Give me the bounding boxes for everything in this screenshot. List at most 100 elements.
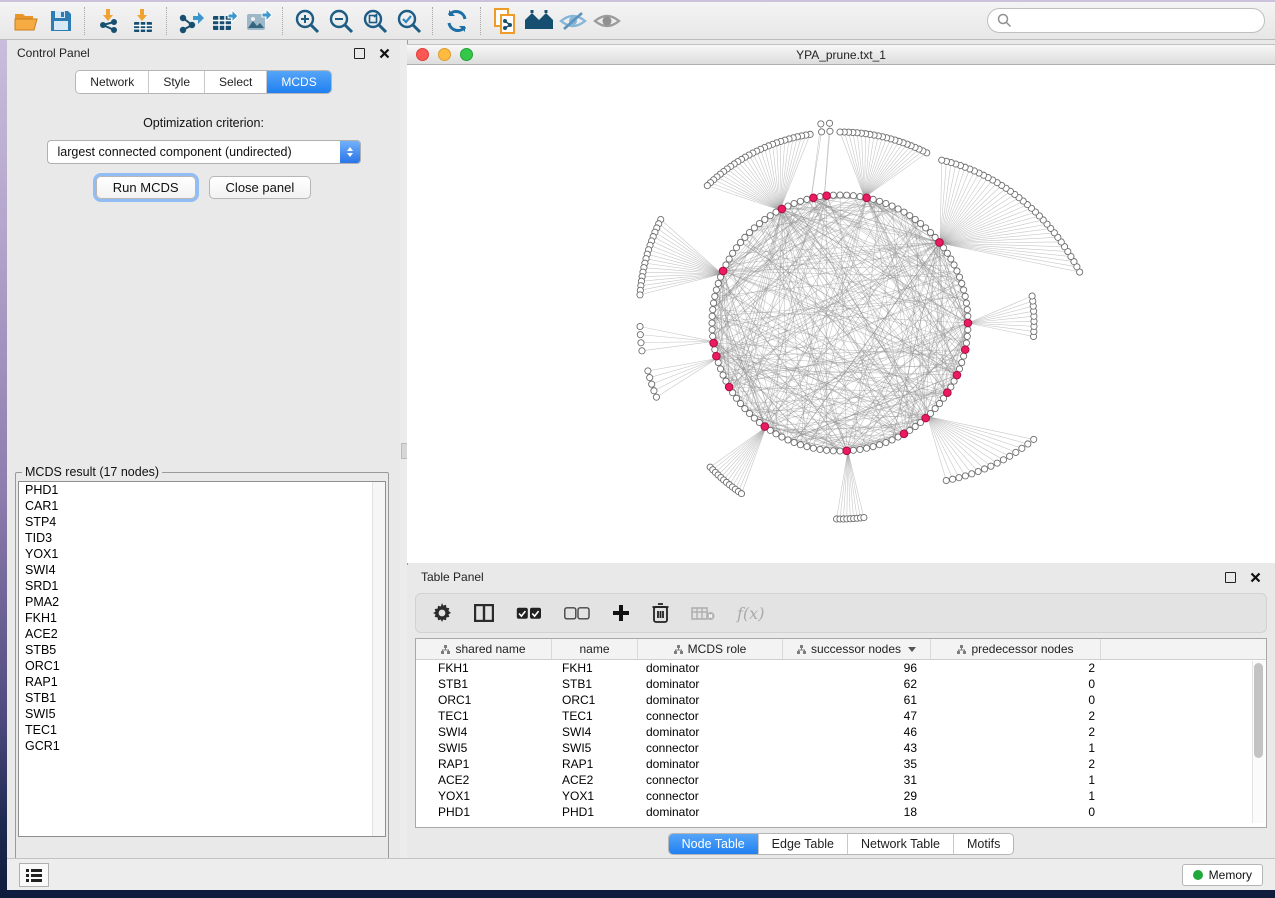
table-row[interactable]: STB1STB1dominator620	[416, 676, 1266, 692]
table-row[interactable]: YOX1YOX1connector291	[416, 788, 1266, 804]
show-all-icon[interactable]	[590, 6, 624, 36]
mcds-node-item[interactable]: STB1	[19, 690, 385, 706]
toolbar-separator	[282, 7, 284, 35]
network-graph[interactable]	[407, 65, 1273, 563]
float-table-panel-icon[interactable]	[1225, 572, 1236, 583]
run-mcds-button[interactable]: Run MCDS	[96, 176, 196, 199]
cell-successor-nodes: 35	[783, 757, 931, 771]
tab-select[interactable]: Select	[205, 71, 267, 93]
mcds-node-item[interactable]: PMA2	[19, 594, 385, 610]
float-panel-icon[interactable]	[354, 48, 365, 59]
mcds-list-scrollbar[interactable]	[372, 482, 385, 836]
search-input[interactable]	[987, 8, 1265, 33]
delete-column-icon[interactable]	[652, 603, 669, 623]
table-row[interactable]: RAP1RAP1dominator352	[416, 756, 1266, 772]
zoom-selected-icon[interactable]	[392, 6, 426, 36]
cell-predecessor-nodes: 0	[931, 693, 1101, 707]
cell-name: TEC1	[552, 709, 638, 723]
network-canvas[interactable]	[407, 65, 1275, 563]
network-titlebar[interactable]: YPA_prune.txt_1	[407, 44, 1275, 65]
cell-predecessor-nodes: 2	[931, 709, 1101, 723]
cell-predecessor-nodes: 1	[931, 773, 1101, 787]
mcds-node-item[interactable]: RAP1	[19, 674, 385, 690]
cell-predecessor-nodes: 0	[931, 805, 1101, 819]
mcds-result-list[interactable]: PHD1CAR1STP4TID3YOX1SWI4SRD1PMA2FKH1ACE2…	[18, 481, 386, 837]
zoom-out-icon[interactable]	[324, 6, 358, 36]
mcds-node-item[interactable]: FKH1	[19, 610, 385, 626]
mcds-node-item[interactable]: YOX1	[19, 546, 385, 562]
open-icon[interactable]	[10, 6, 44, 36]
zoom-fit-icon[interactable]	[358, 6, 392, 36]
export-image-icon[interactable]	[242, 6, 276, 36]
mcds-node-item[interactable]: STP4	[19, 514, 385, 530]
first-neighbors-icon[interactable]	[522, 6, 556, 36]
memory-label: Memory	[1209, 868, 1252, 882]
mcds-node-item[interactable]: ORC1	[19, 658, 385, 674]
column-header-filler	[1101, 639, 1266, 659]
tab-style[interactable]: Style	[149, 71, 205, 93]
table-row[interactable]: PHD1PHD1dominator180	[416, 804, 1266, 820]
mcds-node-item[interactable]: GCR1	[19, 738, 385, 754]
select-stepper-icon	[340, 141, 360, 163]
table-row[interactable]: SWI4SWI4dominator462	[416, 724, 1266, 740]
gear-icon[interactable]	[432, 603, 452, 623]
import-network-icon[interactable]	[92, 6, 126, 36]
mcds-node-item[interactable]: ACE2	[19, 626, 385, 642]
mcds-node-item[interactable]: TEC1	[19, 722, 385, 738]
close-table-panel-icon[interactable]	[1250, 572, 1261, 583]
deselect-all-icon[interactable]	[564, 607, 590, 620]
zoom-in-icon[interactable]	[290, 6, 324, 36]
criterion-select[interactable]: largest connected component (undirected)	[47, 140, 361, 164]
tab-network[interactable]: Network	[76, 71, 149, 93]
table-row[interactable]: FKH1FKH1dominator962	[416, 660, 1266, 676]
table-panel-title: Table Panel	[421, 570, 484, 584]
table-row[interactable]: ACE2ACE2connector311	[416, 772, 1266, 788]
select-all-icon[interactable]	[516, 607, 542, 620]
delete-table-icon[interactable]	[691, 606, 715, 621]
cell-predecessor-nodes: 1	[931, 789, 1101, 803]
close-panel-button[interactable]: Close panel	[209, 176, 312, 199]
mcds-node-item[interactable]: TID3	[19, 530, 385, 546]
memory-button[interactable]: Memory	[1182, 864, 1263, 886]
criterion-selected-value: largest connected component (undirected)	[48, 145, 340, 159]
cell-successor-nodes: 29	[783, 789, 931, 803]
toolbar-separator	[480, 7, 482, 35]
export-table-icon[interactable]	[208, 6, 242, 36]
table-row[interactable]: SWI5SWI5connector431	[416, 740, 1266, 756]
export-network-icon[interactable]	[174, 6, 208, 36]
function-builder-icon[interactable]: f(x)	[737, 604, 764, 623]
tab-edge-table[interactable]: Edge Table	[759, 834, 848, 854]
refresh-icon[interactable]	[440, 6, 474, 36]
import-table-icon[interactable]	[126, 6, 160, 36]
column-header-MCDS-role[interactable]: MCDS role	[638, 639, 783, 659]
table-row[interactable]: ORC1ORC1dominator610	[416, 692, 1266, 708]
save-icon[interactable]	[44, 6, 78, 36]
cell-shared-name: ORC1	[416, 693, 552, 707]
table-tabbar: Node TableEdge TableNetwork TableMotifs	[668, 833, 1015, 855]
mcds-node-item[interactable]: SRD1	[19, 578, 385, 594]
column-icon[interactable]	[474, 604, 494, 622]
mcds-node-item[interactable]: PHD1	[19, 482, 385, 498]
duplicate-network-icon[interactable]	[488, 6, 522, 36]
table-row[interactable]: TEC1TEC1connector472	[416, 708, 1266, 724]
cell-shared-name: YOX1	[416, 789, 552, 803]
mcds-node-item[interactable]: STB5	[19, 642, 385, 658]
close-panel-icon[interactable]	[379, 48, 390, 59]
tab-motifs[interactable]: Motifs	[954, 834, 1013, 854]
tab-network-table[interactable]: Network Table	[848, 834, 954, 854]
add-column-icon[interactable]	[612, 604, 630, 622]
tab-node-table[interactable]: Node Table	[669, 834, 759, 854]
column-header-name[interactable]: name	[552, 639, 638, 659]
column-header-successor-nodes[interactable]: successor nodes	[783, 639, 931, 659]
toolbar-separator	[432, 7, 434, 35]
cell-MCDS-role: dominator	[638, 805, 783, 819]
tab-mcds[interactable]: MCDS	[267, 71, 330, 93]
table-scrollbar[interactable]	[1252, 661, 1264, 823]
mcds-node-item[interactable]: SWI5	[19, 706, 385, 722]
task-history-icon[interactable]	[19, 863, 49, 887]
mcds-node-item[interactable]: CAR1	[19, 498, 385, 514]
mcds-node-item[interactable]: SWI4	[19, 562, 385, 578]
column-header-predecessor-nodes[interactable]: predecessor nodes	[931, 639, 1101, 659]
hide-selected-icon[interactable]	[556, 6, 590, 36]
column-header-shared-name[interactable]: shared name	[416, 639, 552, 659]
